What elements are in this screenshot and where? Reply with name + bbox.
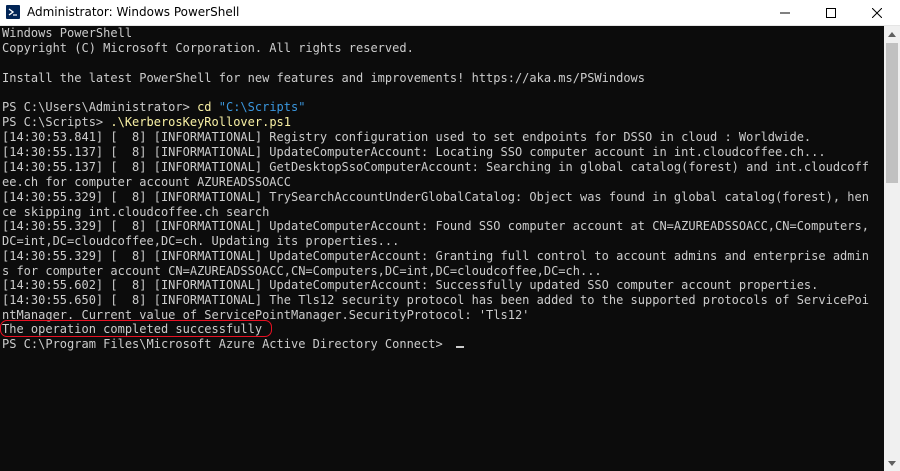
prompt: PS C:\Users\Administrator>: [2, 100, 198, 114]
console-line: ce skipping int.cloudcoffee.ch search: [2, 205, 270, 219]
command-line-script: PS C:\Scripts> .\KerberosKeyRollover.ps1: [2, 115, 291, 130]
console-line: Windows PowerShell: [2, 26, 133, 40]
maximize-icon: [826, 7, 836, 18]
console-line: Install the latest PowerShell for new fe…: [2, 71, 645, 85]
minimize-button[interactable]: [762, 0, 808, 25]
console-line: [14:30:55.329] [ 8] [INFORMATIONAL] Upda…: [2, 249, 869, 263]
powershell-icon: [6, 5, 20, 19]
current-prompt: PS C:\Program Files\Microsoft Azure Acti…: [2, 337, 464, 352]
console-line: s for computer account CN=AZUREADSSOACC,…: [2, 264, 602, 278]
console-line: [14:30:55.137] [ 8] [INFORMATIONAL] GetD…: [2, 160, 869, 174]
command-argument: "C:\Scripts": [211, 100, 306, 114]
success-highlight-annotation: [0, 320, 272, 337]
scroll-down-button[interactable]: [884, 455, 900, 471]
powershell-window: Administrator: Windows PowerShell Window…: [0, 0, 900, 471]
chevron-down-icon: [888, 460, 896, 466]
console-line: [14:30:55.329] [ 8] [INFORMATIONAL] Upda…: [2, 219, 869, 233]
command-verb: cd: [197, 100, 212, 114]
close-icon: [872, 7, 882, 18]
command-script: .\KerberosKeyRollover.ps1: [110, 115, 291, 129]
close-button[interactable]: [854, 0, 900, 25]
console-line: [14:30:55.650] [ 8] [INFORMATIONAL] The …: [2, 293, 869, 307]
command-line-cd: PS C:\Users\Administrator> cd "C:\Script…: [2, 100, 305, 115]
console-line: [14:30:55.137] [ 8] [INFORMATIONAL] Upda…: [2, 145, 826, 159]
console-line: [14:30:55.329] [ 8] [INFORMATIONAL] TryS…: [2, 190, 869, 204]
maximize-button[interactable]: [808, 0, 854, 25]
minimize-icon: [780, 12, 790, 13]
chevron-up-icon: [888, 31, 896, 37]
window-title: Administrator: Windows PowerShell: [27, 5, 240, 19]
title-bar[interactable]: Administrator: Windows PowerShell: [0, 0, 900, 26]
prompt-text: PS C:\Program Files\Microsoft Azure Acti…: [2, 337, 450, 351]
console-line: [14:30:55.602] [ 8] [INFORMATIONAL] Upda…: [2, 278, 819, 292]
console-output[interactable]: Windows PowerShell Copyright (C) Microso…: [0, 26, 884, 471]
console-line: Copyright (C) Microsoft Corporation. All…: [2, 41, 414, 55]
scroll-up-button[interactable]: [884, 26, 900, 42]
console-line: [14:30:53.841] [ 8] [INFORMATIONAL] Regi…: [2, 130, 812, 144]
vertical-scrollbar[interactable]: [884, 26, 900, 471]
text-cursor: [455, 346, 464, 348]
prompt: PS C:\Scripts>: [2, 115, 111, 129]
scrollbar-thumb[interactable]: [886, 43, 898, 183]
console-line: DC=int,DC=cloudcoffee,DC=ch. Updating it…: [2, 234, 400, 248]
console-line: ee.ch for computer account AZUREADSSOACC: [2, 175, 291, 189]
